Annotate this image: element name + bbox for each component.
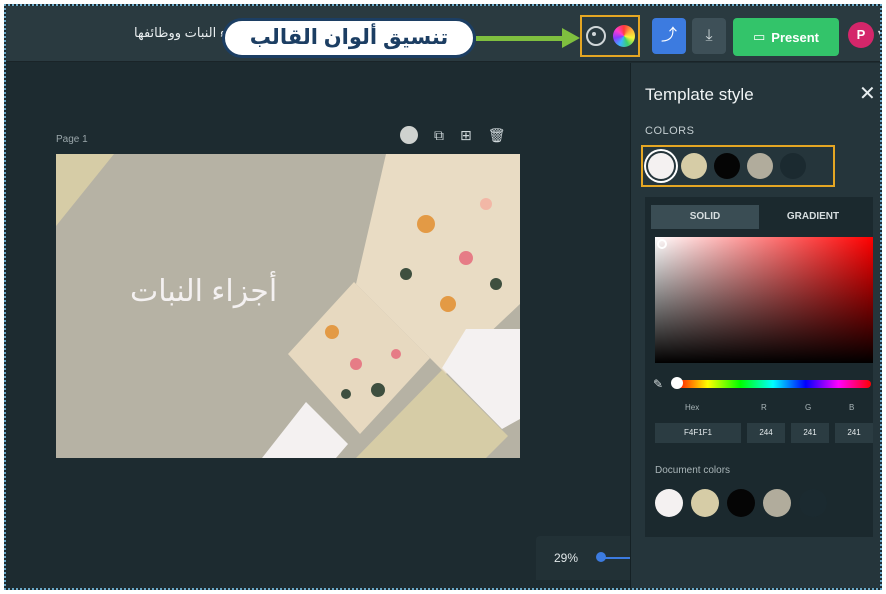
avatar[interactable]: P: [848, 22, 874, 48]
doc-swatch-3[interactable]: [727, 489, 755, 517]
white-tile-bottom: [262, 402, 348, 458]
colors-label: COLORS: [645, 125, 695, 137]
tab-gradient[interactable]: GRADIENT: [759, 205, 867, 229]
r-input[interactable]: 244: [747, 423, 785, 443]
share-button[interactable]: ⤴: [652, 18, 686, 54]
page-label: Page 1: [56, 134, 88, 145]
top-toolbar: أجزاء النبات ووظائفها تنسيق ألوان القالب…: [6, 6, 880, 62]
theme-swatch-1[interactable]: [648, 153, 674, 179]
r-label: R: [761, 403, 767, 412]
hue-slider-knob[interactable]: [671, 377, 683, 389]
color-wheel-icon[interactable]: [612, 25, 635, 47]
document-color-swatches: [655, 489, 827, 517]
share-icon: ⤴: [660, 27, 677, 44]
eyedropper-icon[interactable]: ✎: [653, 377, 663, 391]
page-tools: ⧉ ⊞ 🗑: [400, 126, 506, 144]
annotation-callout: تنسيق ألوان القالب: [222, 18, 476, 58]
theme-swatch-2[interactable]: [681, 153, 707, 179]
app-window: أجزاء النبات ووظائفها تنسيق ألوان القالب…: [4, 4, 882, 590]
theme-swatch-3[interactable]: [714, 153, 740, 179]
chevron-down-icon[interactable]: ▼: [876, 28, 880, 38]
tab-solid[interactable]: SOLID: [651, 205, 759, 229]
template-style-icons: [580, 15, 640, 57]
duplicate-icon[interactable]: ⧉: [434, 127, 444, 144]
close-icon[interactable]: ✕: [859, 81, 876, 106]
present-icon: ▭: [753, 29, 766, 44]
slide-thumbnail[interactable]: أجزاء النبات: [56, 154, 520, 458]
download-icon: ⤓: [705, 27, 713, 44]
template-style-panel: Template style ✕ COLORS SOLID GRADIENT ✎…: [630, 63, 880, 588]
saturation-knob[interactable]: [657, 239, 667, 249]
slide-title: أجزاء النبات: [130, 275, 278, 308]
g-label: G: [805, 403, 812, 412]
annotation-arrow: [476, 36, 566, 41]
g-input[interactable]: 241: [791, 423, 829, 443]
corner-shape-top-left: [56, 154, 114, 226]
present-button[interactable]: ▭ Present: [733, 18, 839, 56]
picker-mode-tabs: SOLID GRADIENT: [651, 205, 867, 229]
background-color-button[interactable]: [400, 126, 418, 144]
theme-swatch-4[interactable]: [747, 153, 773, 179]
zoom-level: 29%: [554, 551, 579, 565]
download-button[interactable]: ⤓: [692, 18, 726, 54]
add-page-icon[interactable]: ⊞: [460, 127, 472, 144]
hex-label: Hex: [685, 403, 700, 412]
document-colors-label: Document colors: [655, 465, 731, 476]
doc-swatch-1[interactable]: [655, 489, 683, 517]
panel-title: Template style: [645, 85, 754, 104]
color-picker: SOLID GRADIENT ✎ Hex R G B F4F1F1 244 24…: [645, 197, 873, 537]
palette-icon[interactable]: [585, 26, 606, 46]
doc-swatch-5[interactable]: [799, 489, 827, 517]
present-label: Present: [771, 29, 819, 45]
hex-input[interactable]: F4F1F1: [655, 423, 741, 443]
annotation-arrow-head: [562, 28, 580, 48]
b-label: B: [849, 403, 855, 412]
delete-icon[interactable]: 🗑: [488, 127, 506, 144]
hue-slider[interactable]: [675, 380, 871, 388]
b-input[interactable]: 241: [835, 423, 873, 443]
zoom-control: 29%: [536, 536, 636, 580]
doc-swatch-2[interactable]: [691, 489, 719, 517]
theme-color-swatches: [641, 145, 835, 187]
color-fields: F4F1F1 244 241 241: [655, 423, 873, 443]
zoom-slider-knob[interactable]: [596, 552, 606, 562]
theme-swatch-5[interactable]: [780, 153, 806, 179]
saturation-value-area[interactable]: [655, 237, 873, 363]
slide-artwork: [56, 154, 520, 458]
doc-swatch-4[interactable]: [763, 489, 791, 517]
